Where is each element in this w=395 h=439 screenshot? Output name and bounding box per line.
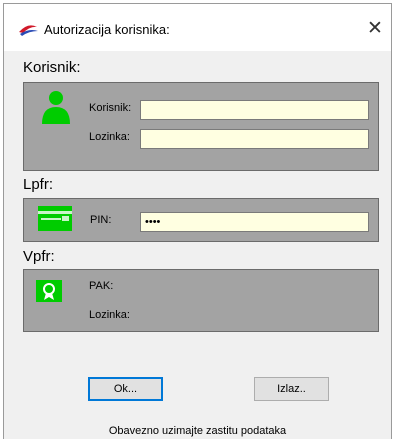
lpfr-panel: PIN: xyxy=(23,198,379,242)
close-button[interactable]: ✕ xyxy=(365,18,385,38)
pin-input[interactable] xyxy=(140,212,369,232)
pak-label: PAK: xyxy=(89,280,114,292)
lpfr-heading: Lpfr: xyxy=(23,176,54,193)
username-label: Korisnik: xyxy=(89,102,132,114)
auth-dialog: Autorizacija korisnika: ✕ Korisnik: Kori… xyxy=(3,3,392,439)
exit-button[interactable]: Izlaz.. xyxy=(254,377,329,401)
card-icon xyxy=(38,206,72,231)
username-input[interactable] xyxy=(140,100,369,120)
window-title: Autorizacija korisnika: xyxy=(44,22,170,37)
vpfr-password-label: Lozinka: xyxy=(89,309,130,321)
certificate-icon xyxy=(36,280,62,302)
app-logo-icon xyxy=(19,25,38,36)
pin-label: PIN: xyxy=(90,214,112,226)
ok-button[interactable]: Ok... xyxy=(88,377,163,401)
korisnik-panel: Korisnik: Lozinka: xyxy=(23,82,379,171)
vpfr-heading: Vpfr: xyxy=(23,248,55,265)
password-input[interactable] xyxy=(140,129,369,149)
title-bar: Autorizacija korisnika: ✕ xyxy=(4,4,391,51)
korisnik-heading: Korisnik: xyxy=(23,59,81,76)
password-label: Lozinka: xyxy=(89,131,130,143)
user-icon xyxy=(42,91,70,124)
footer-note: Obavezno uzimajte zastitu podataka xyxy=(108,425,287,437)
vpfr-panel: PAK: Lozinka: xyxy=(23,269,379,332)
